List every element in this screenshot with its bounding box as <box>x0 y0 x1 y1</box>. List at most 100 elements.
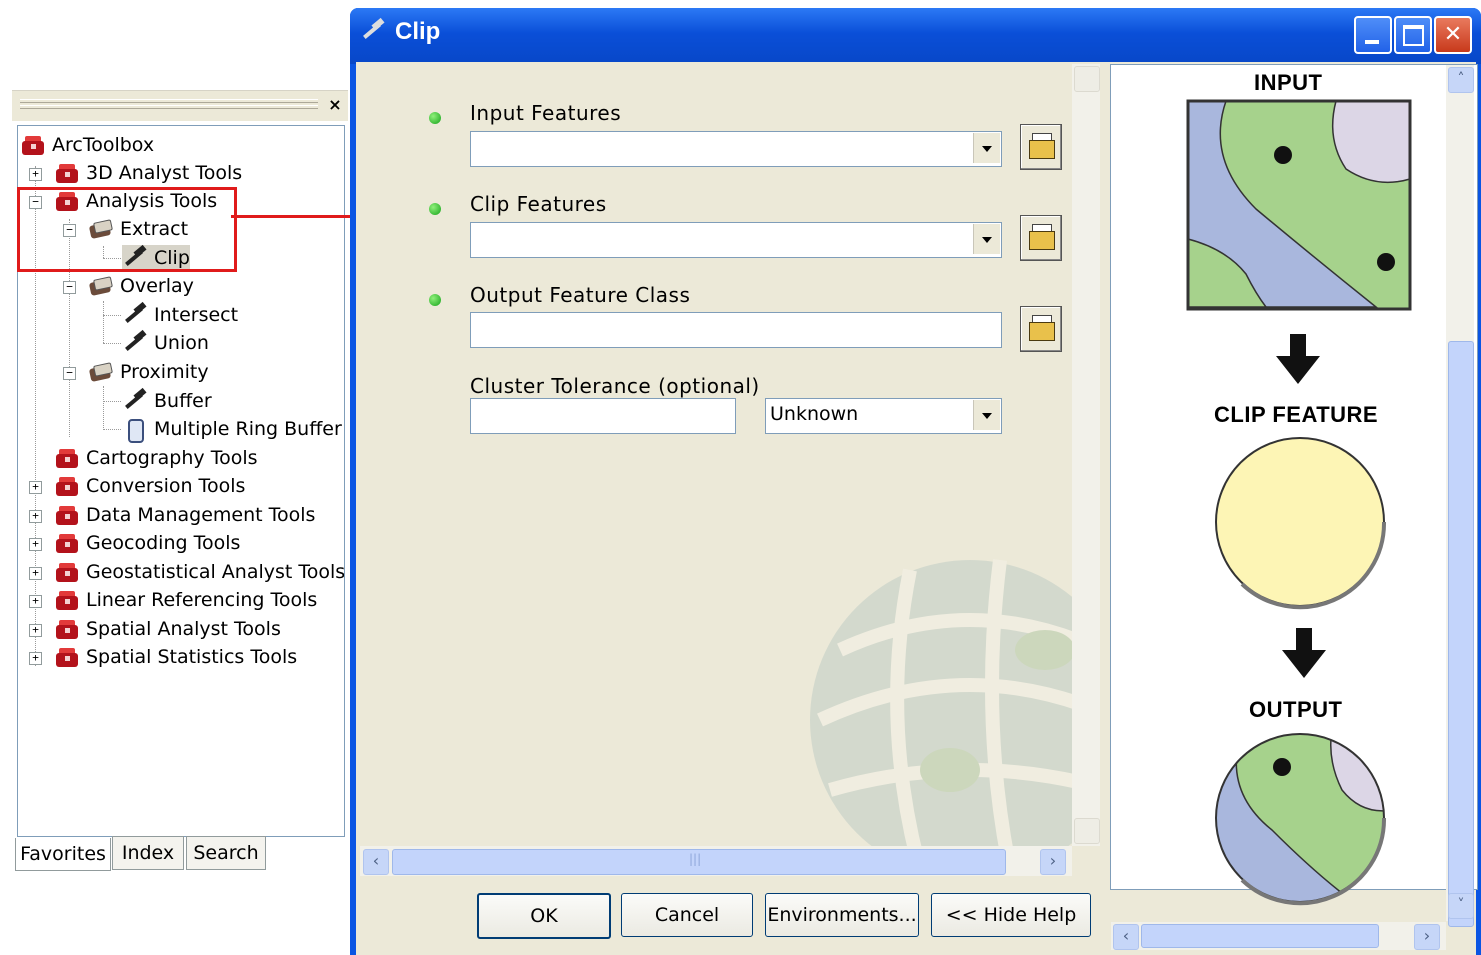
expand-icon[interactable]: + <box>29 652 42 665</box>
collapse-icon[interactable]: − <box>63 367 76 380</box>
arrow-down-icon <box>1276 334 1320 384</box>
scroll-right-icon[interactable]: › <box>1414 924 1440 950</box>
tree-item-label: Data Management Tools <box>86 504 316 526</box>
tree-item-3d-analyst-tools[interactable]: 3D Analyst Tools <box>54 160 242 186</box>
toolbox-icon <box>54 561 80 583</box>
minimize-button[interactable] <box>1354 16 1392 54</box>
hammer-tool-icon <box>122 387 148 412</box>
tree-item-label: Spatial Analyst Tools <box>86 618 281 640</box>
required-indicator-icon <box>429 203 441 215</box>
close-icon: ✕ <box>1443 22 1463 47</box>
expand-icon[interactable]: + <box>29 481 42 494</box>
tree-item-label: Spatial Statistics Tools <box>86 646 298 668</box>
cluster-tolerance-label: Cluster Tolerance (optional) <box>470 374 760 398</box>
toolbox-icon <box>54 589 80 611</box>
tree-connector <box>103 429 121 430</box>
tab-search[interactable]: Search <box>186 836 266 870</box>
scroll-left-icon[interactable]: ‹ <box>363 849 389 875</box>
hide-help-button[interactable]: << Hide Help <box>931 893 1091 937</box>
tree-item-data-management-tools[interactable]: Data Management Tools <box>54 502 315 528</box>
tree-item-conversion-tools[interactable]: Conversion Tools <box>54 473 245 499</box>
parameters-vertical-scrollbar[interactable] <box>1072 64 1100 846</box>
close-button[interactable]: ✕ <box>1434 16 1472 54</box>
tree-item-label: Overlay <box>120 275 194 297</box>
tree-item-spatial-analyst-tools[interactable]: Spatial Analyst Tools <box>54 616 281 642</box>
tree-item-linear-referencing-tools[interactable]: Linear Referencing Tools <box>54 587 317 613</box>
cancel-button[interactable]: Cancel <box>621 893 753 937</box>
input-features-combo[interactable] <box>470 131 1002 167</box>
tree-item-label: Conversion Tools <box>86 475 246 497</box>
toolbox-icon <box>54 532 80 554</box>
tree-connector <box>103 401 121 402</box>
cluster-tolerance-unit-select[interactable]: Unknown <box>765 398 1002 434</box>
help-vertical-scrollbar[interactable]: ˄ ˅ <box>1446 65 1474 927</box>
tree-item-proximity[interactable]: Proximity <box>88 359 209 385</box>
highlight-box <box>17 187 237 272</box>
toolbox-icon <box>54 475 80 497</box>
grip-line <box>20 99 318 103</box>
maximize-button[interactable] <box>1394 16 1432 54</box>
dropdown-arrow-icon[interactable] <box>973 400 1000 430</box>
dropdown-arrow-icon[interactable] <box>973 224 1000 254</box>
output-feature-class-browse-button[interactable] <box>1020 306 1062 352</box>
tree-item-intersect[interactable]: Intersect <box>122 301 238 328</box>
scroll-right-icon[interactable]: › <box>1040 849 1066 875</box>
grip-line <box>20 105 318 109</box>
cluster-tolerance-field[interactable] <box>470 398 736 434</box>
expand-icon[interactable]: + <box>29 510 42 523</box>
arrow-down-icon <box>1282 628 1326 678</box>
tree-item-multiple-ring-buffer[interactable]: Multiple Ring Buffer <box>122 416 342 443</box>
tree-item-union[interactable]: Union <box>122 329 209 356</box>
clip-features-combo[interactable] <box>470 222 1002 258</box>
toolbox-icon <box>54 618 80 640</box>
toolset-icon <box>88 275 114 297</box>
tree-connector <box>103 315 121 316</box>
expand-icon[interactable]: + <box>29 595 42 608</box>
tree-connector <box>103 386 104 428</box>
scrollbar-thumb[interactable] <box>1141 924 1379 948</box>
tree-item-label: Union <box>154 332 209 354</box>
scroll-down-icon[interactable]: ˅ <box>1448 893 1474 919</box>
tree-item-buffer[interactable]: Buffer <box>122 387 212 414</box>
scrollbar-thumb[interactable]: ||| <box>392 849 1006 875</box>
ok-button[interactable]: OK <box>477 893 611 939</box>
clip-feature-diagram <box>1215 437 1387 610</box>
expand-icon[interactable]: + <box>29 168 42 181</box>
tree-item-label: Buffer <box>154 390 212 412</box>
expand-icon[interactable]: + <box>29 624 42 637</box>
expand-icon[interactable]: + <box>29 567 42 580</box>
dialog-title: Clip <box>395 18 441 45</box>
toolbox-icon <box>54 504 80 526</box>
dialog-titlebar[interactable] <box>350 8 1481 64</box>
tab-index[interactable]: Index <box>112 836 184 870</box>
tree-item-arctoolbox[interactable]: ArcToolbox <box>20 132 154 158</box>
clip-features-browse-button[interactable] <box>1020 215 1062 261</box>
tree-item-geocoding-tools[interactable]: Geocoding Tools <box>54 530 240 556</box>
toolbox-titlebar[interactable] <box>12 90 348 121</box>
help-horizontal-scrollbar[interactable]: ‹ › <box>1111 922 1446 950</box>
dropdown-arrow-icon[interactable] <box>973 133 1000 163</box>
toolbox-close-button[interactable]: × <box>326 96 344 114</box>
output-feature-class-field[interactable] <box>470 312 1002 348</box>
tree-item-overlay[interactable]: Overlay <box>88 273 194 299</box>
tab-favorites[interactable]: Favorites <box>15 838 111 871</box>
scrollbar-thumb[interactable] <box>1448 341 1474 927</box>
expand-icon[interactable]: + <box>29 538 42 551</box>
input-features-browse-button[interactable] <box>1020 124 1062 170</box>
toolset-icon <box>88 361 114 383</box>
tree-item-cartography-tools[interactable]: Cartography Tools <box>54 445 258 471</box>
scroll-up-icon[interactable]: ˄ <box>1448 67 1474 93</box>
toolbox-icon <box>54 646 80 668</box>
hammer-tool-icon <box>122 301 148 326</box>
toolbox-root-icon <box>20 134 46 156</box>
tree-item-spatial-statistics-tools[interactable]: Spatial Statistics Tools <box>54 644 297 670</box>
collapse-icon[interactable]: − <box>63 281 76 294</box>
scroll-left-icon[interactable]: ‹ <box>1113 924 1139 950</box>
tree-item-label: Cartography Tools <box>86 447 258 469</box>
tree-item-geostatistical-analyst-tools[interactable]: Geostatistical Analyst Tools <box>54 559 345 585</box>
scroll-up-icon[interactable] <box>1074 66 1100 92</box>
tree-item-label: Geostatistical Analyst Tools <box>86 561 345 583</box>
environments-button[interactable]: Environments... <box>765 893 919 937</box>
scroll-down-icon[interactable] <box>1074 818 1100 844</box>
tree-item-label: ArcToolbox <box>52 134 155 156</box>
